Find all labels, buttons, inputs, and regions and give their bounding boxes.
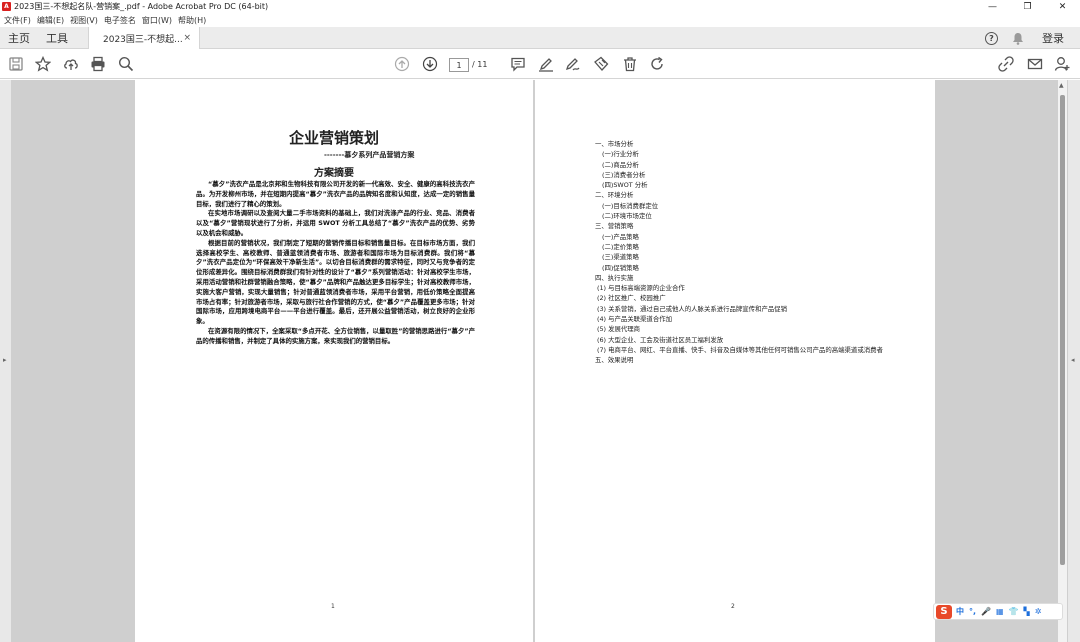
paragraph: 在资源有限的情况下，全案采取“多点开花、全方位销售，以量取胜”的营销思路进行“慕… — [196, 326, 475, 345]
menu-window[interactable]: 窗口(W) — [142, 15, 172, 26]
page-up-icon[interactable] — [394, 56, 410, 72]
title-bar: A 2023国三-不想起名队-营销案_.pdf - Adobe Acrobat … — [0, 0, 1080, 13]
ime-voice-icon[interactable]: 🎤 — [981, 607, 991, 616]
ime-toolbar[interactable]: S 中 °, 🎤 ▦ 👕 ▚ ✲ — [933, 603, 1063, 620]
menu-bar: 文件(F) 编辑(E) 视图(V) 电子签名 窗口(W) 帮助(H) — [0, 13, 1080, 27]
ime-skin-icon[interactable]: 👕 — [1009, 607, 1019, 616]
toolbar: 1 / 11 — [0, 50, 1080, 79]
tab-tools[interactable]: 工具 — [46, 27, 68, 49]
menu-help[interactable]: 帮助(H) — [178, 15, 206, 26]
tab-bar: 主页 工具 2023国三-不想起... × ? 登录 — [0, 27, 1080, 49]
toc-item: 三、营销策略 — [595, 222, 634, 231]
tab-document-label: 2023国三-不想起... — [103, 34, 183, 45]
menu-esign[interactable]: 电子签名 — [104, 15, 136, 26]
right-panel-toggle[interactable]: ◂ — [1068, 80, 1080, 642]
toc-item: (3) 关系营销，通过自己或他人的人脉关系进行品牌宣传和产品促销 — [597, 304, 788, 313]
paragraph: 根据目前的营销状况，我们制定了短期的营销传播目标和销售量目标。在目标市场方面，我… — [196, 238, 475, 326]
toc-item: (四)SWOT 分析 — [602, 181, 648, 190]
ime-punctuation-icon[interactable]: °, — [969, 607, 976, 616]
toc-item: (6) 大型企业、工会及街道社区员工福利发放 — [597, 335, 724, 344]
table-of-contents: 一、市场分析 (一)行业分析 (二)商品分析 (三)消费者分析 (四)SWOT 分析 二、… — [595, 139, 895, 366]
toc-item: (5) 发展代理商 — [597, 325, 641, 334]
upload-icon[interactable] — [63, 56, 79, 72]
toc-item: (四)促销策略 — [602, 263, 639, 272]
redo-icon[interactable] — [649, 56, 665, 72]
star-icon[interactable] — [35, 56, 51, 72]
page-subtitle: -------慕夕系列产品营销方案 — [324, 151, 415, 159]
delete-icon[interactable] — [622, 56, 638, 72]
page-down-icon[interactable] — [422, 56, 438, 72]
toc-item: (二)商品分析 — [602, 160, 639, 169]
toc-item: (7) 电商平台、网红、平台直播、快手、抖音及自媒体等其他任何可销售公司产品的高… — [597, 345, 883, 354]
toc-item: (二)环境市场定位 — [602, 212, 652, 221]
toc-item: (二)定价策略 — [602, 242, 639, 251]
toc-item: (一)产品策略 — [602, 232, 639, 241]
document-viewer[interactable]: ▸ 企业营销策划 -------慕夕系列产品营销方案 方案摘要 “慕夕”洗衣产品… — [0, 80, 1080, 642]
login-button[interactable]: 登录 — [1042, 27, 1064, 49]
print-icon[interactable] — [90, 56, 106, 72]
scroll-up-icon[interactable]: ▲ — [1059, 82, 1064, 89]
section-heading: 方案摘要 — [314, 168, 354, 179]
ime-chinese-mode[interactable]: 中 — [956, 606, 964, 617]
right-panel-arrow-icon: ◂ — [1071, 356, 1075, 364]
minimize-button[interactable]: — — [975, 0, 1010, 13]
pdf-page-1: 企业营销策划 -------慕夕系列产品营销方案 方案摘要 “慕夕”洗衣产品是北… — [135, 80, 533, 642]
toc-item: 四、执行实施 — [595, 273, 634, 282]
save-icon[interactable] — [8, 56, 24, 72]
restore-button[interactable]: ❐ — [1010, 0, 1045, 13]
paragraph: 在实地市场调研以及查阅大量二手市场资料的基础上，我们对洗涤产品的行业、竞品、消费… — [196, 209, 475, 237]
link-share-icon[interactable] — [998, 56, 1014, 72]
toc-item: 二、环境分析 — [595, 191, 634, 200]
tab-home[interactable]: 主页 — [8, 27, 30, 49]
bell-icon[interactable] — [1012, 27, 1024, 49]
user-add-icon[interactable] — [1054, 56, 1070, 72]
page-number: 1 — [331, 603, 335, 610]
toc-item: 五、效果说明 — [595, 356, 634, 365]
pdf-page-2: 一、市场分析 (一)行业分析 (二)商品分析 (三)消费者分析 (四)SWOT 分析 二、… — [535, 80, 935, 642]
comment-icon[interactable] — [510, 56, 526, 72]
help-icon[interactable]: ? — [985, 31, 998, 45]
page-title: 企业营销策划 — [288, 129, 379, 147]
toc-item: (一)目标消费群定位 — [602, 201, 659, 210]
toc-item: 一、市场分析 — [595, 140, 634, 148]
vertical-scrollbar[interactable]: ▲ — [1058, 80, 1067, 642]
ime-settings-icon[interactable]: ✲ — [1035, 607, 1042, 616]
toc-item: (一)行业分析 — [602, 150, 639, 159]
menu-view[interactable]: 视图(V) — [70, 15, 98, 26]
scrollbar-thumb[interactable] — [1060, 95, 1065, 565]
paragraph: “慕夕”洗衣产品是北京邦和生物科技有限公司开发的新一代高效、安全、健康的高科技洗… — [196, 180, 475, 208]
sogou-logo-icon[interactable]: S — [936, 604, 952, 619]
menu-file[interactable]: 文件(F) — [4, 15, 31, 26]
page-number: 2 — [731, 603, 735, 610]
page-total-label: / 11 — [472, 60, 488, 69]
highlight-pen-icon[interactable] — [538, 56, 554, 72]
close-tab-icon[interactable]: × — [183, 33, 191, 43]
menu-edit[interactable]: 编辑(E) — [37, 15, 64, 26]
page-number-input[interactable]: 1 — [449, 58, 469, 72]
left-panel-arrow-icon: ▸ — [3, 356, 7, 364]
tab-document[interactable]: 2023国三-不想起... × — [88, 27, 200, 49]
acrobat-logo-icon: A — [2, 2, 11, 11]
stamp-icon[interactable] — [593, 56, 609, 72]
toc-item: (2) 社区推广、校园推广 — [597, 294, 666, 303]
sign-icon[interactable] — [565, 56, 581, 72]
mail-icon[interactable] — [1027, 56, 1043, 72]
search-icon[interactable] — [118, 56, 134, 72]
window-title: 2023国三-不想起名队-营销案_.pdf - Adobe Acrobat Pr… — [14, 2, 269, 11]
left-panel-toggle[interactable]: ▸ — [0, 80, 11, 642]
ime-keyboard-icon[interactable]: ▦ — [996, 607, 1004, 616]
toc-item: (4) 与产品关联渠道合作加 — [597, 315, 672, 324]
toc-item: (三)渠道策略 — [602, 253, 639, 262]
ime-toolbox-icon[interactable]: ▚ — [1024, 607, 1030, 616]
toc-item: (三)消费者分析 — [602, 170, 646, 179]
toc-item: (1) 与目标高端资源的企业合作 — [597, 284, 685, 293]
summary-body: “慕夕”洗衣产品是北京邦和生物科技有限公司开发的新一代高效、安全、健康的高科技洗… — [196, 180, 475, 347]
close-window-button[interactable]: ✕ — [1045, 0, 1080, 13]
